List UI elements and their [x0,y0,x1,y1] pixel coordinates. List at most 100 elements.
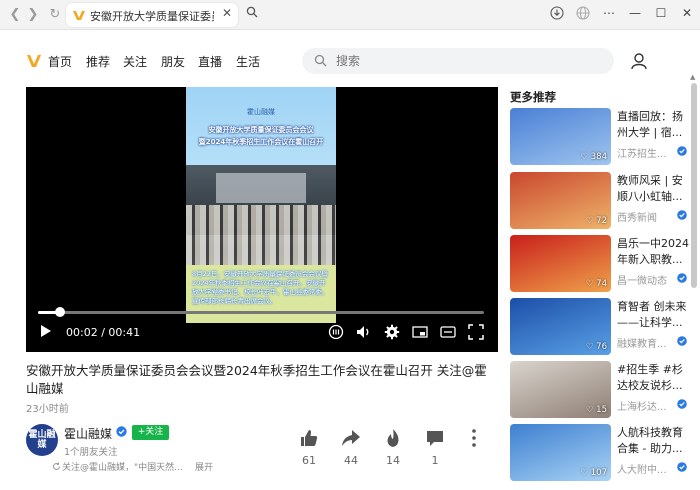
more-dots-icon[interactable] [470,428,478,448]
frame-heading: 霍山融媒 [247,108,275,116]
avatar[interactable]: 霍山融媒 [26,424,58,456]
comment-count: 1 [431,454,439,467]
recommend-title: 直播回放：扬州大学 | 宿... [617,110,683,139]
search-box[interactable] [302,48,614,74]
danmaku-icon[interactable] [440,324,456,340]
recommend-like-count: ♡ 72 [585,216,607,226]
recommend-like-count: ♡ 76 [585,342,607,352]
recommend-like-count: ♡ 107 [580,468,607,478]
video-player[interactable]: 霍山融媒 安徽开放大学质量保证委员会会议 暨2024年秋季招生工作会议在霍山召开… [26,87,498,352]
search-tab-icon[interactable] [246,6,258,21]
progress-handle[interactable] [55,307,66,317]
verified-icon [677,210,687,220]
audience-scene [186,205,336,265]
frame-caption: 8月22日，安徽开放大学质量保证委员会会议暨2024年秋季招生工作会议在霍山召开… [186,265,336,323]
scrollbar[interactable]: ▲ [690,73,698,490]
browser-toolbar: ❮ ❯ ↻ 安徽开放大学质量保证委员会 ✕ ⋯ — ☐ ✕ [0,0,700,30]
time-total: 00:41 [108,326,141,339]
tab-title: 安徽开放大学质量保证委员会 [90,10,214,23]
share-count: 44 [344,454,358,467]
recommend-item[interactable]: ♡ 74 昌乐一中2024年新入职教... 昌一微动态 [510,235,689,293]
user-icon[interactable] [630,52,648,70]
recommend-thumbnail[interactable]: ♡ 72 [510,172,611,229]
recommend-thumbnail[interactable]: ♡ 384 [510,108,611,165]
recommend-like-count: ♡ 15 [585,405,607,415]
comment-button[interactable]: 1 [420,428,450,467]
share-button[interactable]: 44 [336,428,366,467]
recommend-item[interactable]: ♡ 15 #招生季 #杉达校友说杉... 上海杉达... [510,361,687,419]
play-icon[interactable] [40,324,52,338]
recommend-source: 人大附中... [617,465,667,476]
minimize-icon[interactable]: — [626,6,644,20]
flame-icon [387,429,399,447]
recommend-source: 融媒教育... [617,339,667,350]
scroll-thumb[interactable] [691,83,697,288]
nav-home[interactable]: 首页 [48,53,72,70]
follow-button[interactable]: +关注 [132,425,169,440]
progress-bar[interactable] [38,307,484,317]
recommend-item[interactable]: ♡ 384 直播回放：扬州大学 | 宿... 江苏招生... [510,108,687,166]
scroll-up-icon[interactable]: ▲ [690,73,695,81]
recommend-item[interactable]: ♡ 107 人航科技教育合集 - 助力... 人大附中... [510,424,687,482]
nav-recommend[interactable]: 推荐 [86,53,110,70]
recommend-source: 昌一微动态 [617,276,667,287]
close-tab-icon[interactable]: ✕ [222,6,232,20]
verified-icon [677,146,687,156]
author-name[interactable]: 霍山融媒 [64,425,112,442]
verified-icon [677,399,687,409]
recommend-item[interactable]: ♡ 76 育智者 创未来——让科学... 融媒教育... [510,298,687,356]
verified-icon [116,426,127,437]
verified-icon [677,462,687,472]
time-display: 00:02 / 00:41 [66,326,141,339]
browser-tab[interactable]: 安徽开放大学质量保证委员会 ✕ [66,3,238,27]
frame-headline-1: 安徽开放大学质量保证委员会会议 [208,126,314,134]
recommend-source: 江苏招生... [617,149,667,160]
nav-live[interactable]: 直播 [198,53,222,70]
fans-count: 1个朋友关注 [64,447,118,458]
settings-gear-icon[interactable] [384,324,400,340]
recommend-title: 人航科技教育合集 - 助力... [617,426,683,455]
douyin-logo-icon[interactable] [26,54,42,68]
back-icon[interactable]: ❮ [6,6,24,24]
douyin-tab-icon [73,11,85,20]
recommend-source: 上海杉达... [617,402,667,413]
recommend-item[interactable]: ♡ 72 教师风采 | 安顺八小虹轴... 西秀新闻 [510,172,687,230]
recommend-like-count: ♡ 74 [585,279,607,289]
nav-following[interactable]: 关注 [123,53,147,70]
globe-icon[interactable] [574,6,592,23]
post-time: 23小时前 [26,404,69,415]
forward-icon[interactable]: ❯ [24,6,42,24]
recommend-title: 育智者 创未来——让科学... [617,300,687,329]
recommend-thumbnail[interactable]: ♡ 107 [510,424,611,481]
replay-speed-icon[interactable] [328,324,344,340]
recommend-thumbnail[interactable]: ♡ 15 [510,361,611,418]
download-icon[interactable] [548,6,566,23]
recommend-title: #招生季 #杉达校友说杉... [617,363,683,392]
reload-icon[interactable]: ↻ [46,6,64,24]
like-count: 61 [302,454,316,467]
recommend-title: 教师风采 | 安顺八小虹轴... [617,174,683,203]
comment-icon [427,431,443,446]
more-menu-icon[interactable]: ⋯ [600,6,618,20]
expand-link[interactable]: 展开 [195,460,213,473]
verified-icon [677,273,687,283]
frame-caption-text: 8月22日，安徽开放大学质量保证委员会会议暨2024年秋季招生工作会议在霍山召开… [192,270,329,305]
time-current: 00:02 [66,326,98,339]
recommend-like-count: ♡ 384 [580,152,607,162]
verified-icon [677,336,687,346]
hot-button[interactable]: 14 [378,428,408,467]
recommend-title: 昌乐一中2024年新入职教... [617,237,689,266]
volume-icon[interactable] [356,324,372,340]
video-frame: 霍山融媒 安徽开放大学质量保证委员会会议 暨2024年秋季招生工作会议在霍山召开… [186,87,336,323]
like-button[interactable]: 61 [294,428,324,467]
recommend-thumbnail[interactable]: ♡ 76 [510,298,611,355]
maximize-icon[interactable]: ☐ [652,6,670,20]
recommend-thumbnail[interactable]: ♡ 74 [510,235,611,292]
nav-life[interactable]: 生活 [236,53,260,70]
close-window-icon[interactable]: ✕ [678,6,696,20]
pip-icon[interactable] [412,324,428,340]
fullscreen-icon[interactable] [468,324,484,340]
search-input[interactable] [336,52,596,70]
recommend-source: 西秀新闻 [617,213,657,224]
nav-friends[interactable]: 朋友 [161,53,185,70]
